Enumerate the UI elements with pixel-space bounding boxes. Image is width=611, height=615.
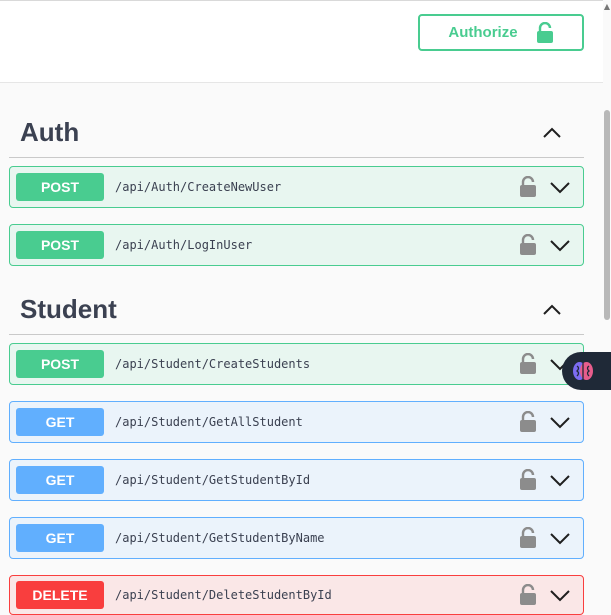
section-auth: Auth [9, 108, 584, 158]
lock-icon[interactable] [519, 469, 537, 491]
operation-get-student-by-id[interactable]: GET /api/Student/GetStudentById [9, 459, 584, 501]
brain-icon [573, 362, 593, 380]
method-badge: GET [16, 466, 104, 494]
lock-icon[interactable] [519, 411, 537, 433]
section-header[interactable]: Student [9, 285, 584, 335]
endpoint-path: /api/Student/GetStudentByName [115, 531, 325, 545]
authorize-label: Authorize [448, 24, 518, 41]
chevron-down-icon[interactable] [549, 176, 571, 198]
chevron-down-icon[interactable] [549, 411, 571, 433]
chevron-up-icon[interactable] [540, 298, 564, 322]
lock-icon[interactable] [519, 176, 537, 198]
lock-icon[interactable] [519, 527, 537, 549]
assistant-extension-button[interactable] [562, 352, 611, 390]
method-badge: POST [16, 350, 104, 378]
method-badge: POST [16, 173, 104, 201]
section-title: Auth [20, 117, 80, 147]
chevron-down-icon[interactable] [549, 584, 571, 606]
lock-icon[interactable] [519, 234, 537, 256]
chevron-up-icon[interactable] [540, 121, 564, 145]
chevron-down-icon[interactable] [549, 469, 571, 491]
unlocked-lock-icon [536, 21, 553, 43]
lock-icon[interactable] [519, 584, 537, 606]
section-header[interactable]: Auth [9, 108, 584, 158]
chevron-down-icon[interactable] [549, 234, 571, 256]
operation-delete-student-by-id[interactable]: DELETE /api/Student/DeleteStudentById [9, 575, 584, 615]
endpoint-path: /api/Student/CreateStudents [115, 357, 311, 371]
operation-post-create-new-user[interactable]: POST /api/Auth/CreateNewUser [9, 166, 584, 208]
section-title: Student [20, 294, 117, 324]
top-bar: Authorize [0, 0, 611, 83]
method-badge: GET [16, 408, 104, 436]
endpoint-path: /api/Student/DeleteStudentById [115, 588, 332, 602]
method-badge: GET [16, 524, 104, 552]
authorize-button[interactable]: Authorize [418, 14, 584, 51]
chevron-down-icon[interactable] [549, 527, 571, 549]
scroll-up-arrow-icon[interactable]: ▲ [604, 2, 610, 11]
endpoint-path: /api/Student/GetStudentById [115, 473, 311, 487]
lock-icon[interactable] [519, 353, 537, 375]
endpoint-path: /api/Student/GetAllStudent [115, 415, 303, 429]
operation-post-create-students[interactable]: POST /api/Student/CreateStudents [9, 343, 584, 385]
operation-get-all-student[interactable]: GET /api/Student/GetAllStudent [9, 401, 584, 443]
method-badge: POST [16, 231, 104, 259]
endpoint-path: /api/Auth/CreateNewUser [115, 180, 282, 194]
operation-post-log-in-user[interactable]: POST /api/Auth/LogInUser [9, 224, 584, 266]
scrollbar[interactable]: ▲ [603, 0, 611, 615]
section-student: Student [9, 285, 584, 335]
method-badge: DELETE [16, 581, 104, 609]
operation-get-student-by-name[interactable]: GET /api/Student/GetStudentByName [9, 517, 584, 559]
scrollbar-thumb[interactable] [604, 110, 610, 320]
endpoint-path: /api/Auth/LogInUser [115, 238, 253, 252]
